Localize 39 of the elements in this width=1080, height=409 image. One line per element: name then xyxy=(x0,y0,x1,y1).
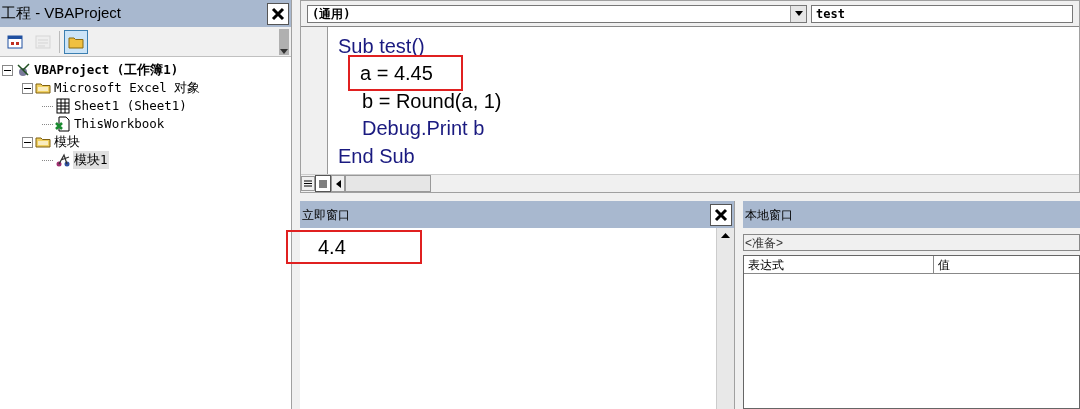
expander-icon[interactable] xyxy=(22,136,33,148)
full-module-view-button[interactable] xyxy=(315,175,331,192)
panel-title: 工程 - VBAProject xyxy=(0,3,122,24)
code-line: Debug.Print b xyxy=(361,116,486,142)
module-icon xyxy=(55,152,71,168)
close-icon xyxy=(714,207,728,222)
tree-item[interactable]: 模块 xyxy=(53,132,81,152)
procedure-view-button[interactable] xyxy=(301,176,315,191)
expander-icon[interactable] xyxy=(22,82,33,94)
left-arrow-icon xyxy=(335,179,341,188)
tree-item[interactable]: 模块1 xyxy=(73,150,109,170)
caret-icon xyxy=(794,11,803,16)
scroll-left-button[interactable] xyxy=(331,175,345,192)
panel-title: 立即窗口 xyxy=(301,206,350,224)
dropdown-value: (通用) xyxy=(311,5,351,23)
scroll-handle[interactable] xyxy=(279,28,289,55)
tree-item[interactable]: ThisWorkbook xyxy=(73,114,166,134)
folder-icon xyxy=(35,134,51,150)
close-button[interactable] xyxy=(710,203,732,226)
code-line: End Sub xyxy=(337,143,416,169)
toolbar-button[interactable] xyxy=(64,29,88,54)
dropdown-value: test xyxy=(815,5,845,23)
context-value: <准备> xyxy=(744,234,783,252)
close-icon xyxy=(271,6,285,21)
tree-item[interactable]: VBAProject (工作簿1) xyxy=(33,60,180,80)
expander-icon[interactable] xyxy=(2,64,13,76)
tree-item[interactable]: Microsoft Excel 对象 xyxy=(53,78,202,98)
close-button[interactable] xyxy=(267,2,289,25)
sheet-icon xyxy=(55,98,71,114)
tree-item[interactable]: Sheet1 (Sheet1) xyxy=(73,96,188,116)
object-dropdown[interactable]: (通用) xyxy=(307,4,807,23)
form-icon xyxy=(7,33,23,50)
caret-icon xyxy=(280,48,288,55)
folder-icon xyxy=(35,80,51,96)
workbook-icon xyxy=(55,116,71,132)
vertical-scrollbar[interactable] xyxy=(716,228,734,409)
procedure-dropdown[interactable]: test xyxy=(811,4,1073,23)
panel-title: 本地窗口 xyxy=(744,206,793,224)
up-arrow-icon xyxy=(721,233,730,238)
